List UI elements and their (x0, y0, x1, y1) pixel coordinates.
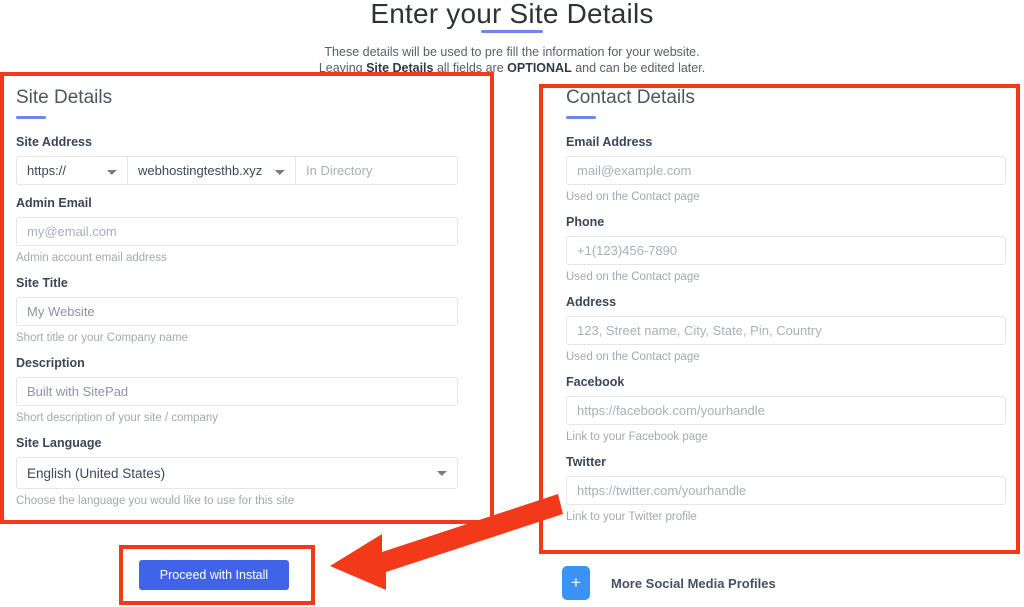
subtitle-emphasis-optional: OPTIONAL (507, 61, 572, 75)
description-help: Short description of your site / company (16, 412, 218, 424)
site-address-control-group: https:// webhostingtesthb.xyz (16, 156, 458, 185)
page-subtitle: These details will be used to pre fill t… (0, 44, 1024, 76)
facebook-input[interactable] (566, 396, 1006, 425)
subtitle-text-a: Leaving (318, 61, 367, 75)
description-label: Description (16, 356, 85, 370)
page-title: Enter your Site Details (370, 0, 654, 29)
protocol-select[interactable]: https:// (16, 156, 128, 185)
twitter-help: Link to your Twitter profile (566, 511, 697, 523)
field-site-address: Site Address https:// webhostingtesthb.x… (16, 135, 458, 185)
domain-select[interactable]: webhostingtesthb.xyz (128, 156, 296, 185)
field-facebook: Facebook Link to your Facebook page (566, 375, 1006, 444)
email-address-input[interactable] (566, 156, 1006, 185)
field-email-address: Email Address Used on the Contact page (566, 135, 1006, 204)
directory-input[interactable] (296, 156, 458, 185)
email-address-help: Used on the Contact page (566, 191, 700, 203)
site-language-select[interactable]: English (United States) (16, 457, 458, 489)
site-language-label: Site Language (16, 436, 102, 450)
email-address-label: Email Address (566, 135, 653, 149)
field-description: Description Short description of your si… (16, 356, 458, 425)
admin-email-label: Admin Email (16, 196, 92, 210)
description-input[interactable] (16, 377, 458, 406)
site-title-help: Short title or your Company name (16, 332, 188, 344)
contact-details-heading: Contact Details (566, 87, 695, 108)
field-twitter: Twitter Link to your Twitter profile (566, 455, 1006, 524)
facebook-help: Link to your Facebook page (566, 431, 708, 443)
admin-email-help: Admin account email address (16, 252, 167, 264)
field-admin-email: Admin Email Admin account email address (16, 196, 458, 265)
field-phone: Phone Used on the Contact page (566, 215, 1006, 284)
field-site-title: Site Title Short title or your Company n… (16, 276, 458, 345)
phone-label: Phone (566, 215, 605, 229)
site-details-heading-underline (16, 116, 46, 119)
subtitle-text-c: all fields are (433, 61, 508, 75)
site-details-section: Site Details Site Address https:// webho… (16, 86, 458, 519)
plus-icon[interactable]: + (562, 566, 590, 600)
address-input[interactable] (566, 316, 1006, 345)
contact-details-section: Contact Details Email Address Used on th… (566, 86, 1006, 535)
subtitle-line-2: Leaving Site Details all fields are OPTI… (319, 61, 705, 75)
more-social-media-profiles-button[interactable]: + More Social Media Profiles (562, 566, 776, 600)
more-social-media-profiles-label: More Social Media Profiles (611, 575, 776, 591)
subtitle-emphasis-site-details: Site Details (366, 61, 434, 75)
phone-help: Used on the Contact page (566, 271, 700, 283)
twitter-label: Twitter (566, 455, 607, 469)
contact-details-heading-underline (566, 116, 596, 119)
site-details-heading: Site Details (16, 87, 113, 108)
title-underline (481, 30, 543, 33)
twitter-input[interactable] (566, 476, 1006, 505)
address-label: Address (566, 295, 617, 309)
subtitle-line-1: These details will be used to pre fill t… (324, 45, 700, 59)
field-site-language: Site Language English (United States) Ch… (16, 436, 458, 508)
subtitle-text-e: and can be edited later. (571, 61, 706, 75)
address-help: Used on the Contact page (566, 351, 700, 363)
facebook-label: Facebook (566, 375, 625, 389)
site-address-label: Site Address (16, 135, 92, 149)
field-address: Address Used on the Contact page (566, 295, 1006, 364)
site-language-help: Choose the language you would like to us… (16, 495, 295, 507)
site-title-label: Site Title (16, 276, 68, 290)
site-details-page: Enter your Site Details These details wi… (0, 0, 1024, 607)
phone-input[interactable] (566, 236, 1006, 265)
site-title-input[interactable] (16, 297, 458, 326)
proceed-with-install-button[interactable]: Proceed with Install (139, 560, 289, 590)
admin-email-input[interactable] (16, 217, 458, 246)
